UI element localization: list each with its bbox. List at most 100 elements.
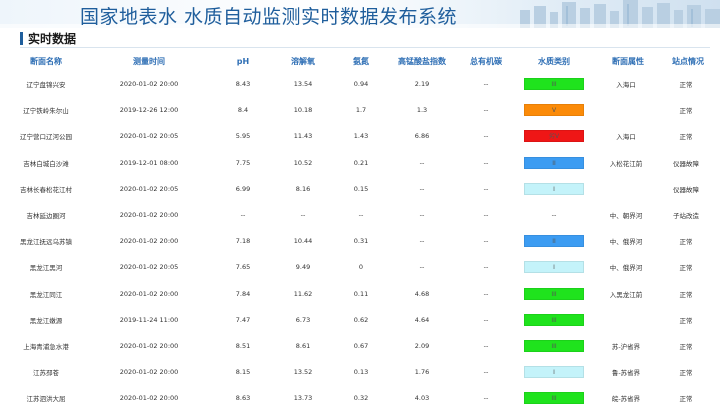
toc-cell: --	[483, 80, 489, 89]
station-status-cell: 正常	[679, 395, 693, 404]
ph-cell: 8.4	[237, 106, 249, 115]
table-row: 辽宁盘锦兴安 2020-01-02 20:00 8.43 13.54 0.94 2.19 -…	[8, 71, 712, 97]
water-quality-class-badge: III	[524, 339, 584, 352]
water-quality-class-badge: II	[524, 156, 584, 169]
ammonia-nitrogen-cell: 0.31	[353, 237, 369, 246]
permanganate-index-cell: 6.86	[414, 132, 430, 141]
column-header-ammonia-nitrogen[interactable]: 氨氮	[334, 51, 388, 71]
measure-time-cell: 2020-01-02 20:00	[119, 368, 179, 377]
ammonia-nitrogen-cell: 0.32	[353, 394, 369, 403]
toc-cell: --	[483, 184, 489, 193]
permanganate-index-cell: 2.19	[414, 80, 430, 89]
station-name-cell: 上海青浦急水港	[23, 342, 69, 351]
station-status-cell: 正常	[679, 316, 693, 325]
section-accent-bar	[20, 31, 23, 45]
ph-cell: 8.51	[235, 341, 251, 350]
toc-cell: --	[483, 106, 489, 115]
table-row: 辽宁营口辽河公园 2020-01-02 20:05 5.95 11.43 1.43 6.8…	[8, 123, 712, 149]
permanganate-index-cell: 1.76	[414, 368, 430, 377]
ammonia-nitrogen-cell: 0.62	[353, 315, 369, 324]
station-status-cell: 仪器故障	[673, 159, 699, 168]
water-quality-class-cell: III	[516, 71, 592, 97]
section-title: 实时数据	[28, 31, 77, 46]
ammonia-nitrogen-cell: 0.94	[353, 80, 369, 89]
station-status-cell: 正常	[679, 238, 693, 247]
measure-time-cell: 2020-01-02 20:00	[119, 80, 179, 89]
dissolved-oxygen-cell: 13.54	[293, 80, 313, 89]
station-name-cell: 江苏泗洪大屈	[26, 395, 66, 404]
measure-time-cell: 2020-01-02 20:05	[119, 132, 179, 141]
toc-cell: --	[483, 237, 489, 246]
permanganate-index-cell: --	[419, 158, 425, 167]
table-row: 辽宁铁岭朱尔山 2019-12-26 12:00 8.4 10.18 1.7 1.3 -- V…	[8, 97, 712, 123]
dissolved-oxygen-cell: 13.52	[293, 368, 313, 377]
water-quality-class-badge: I	[524, 261, 584, 274]
dissolved-oxygen-cell: --	[300, 211, 306, 220]
dissolved-oxygen-cell: 10.18	[293, 106, 313, 115]
permanganate-index-cell: 1.3	[416, 106, 428, 115]
water-quality-class-badge: I	[524, 182, 584, 195]
section-attribute-cell	[592, 307, 664, 333]
water-quality-class-cell: III	[516, 385, 592, 410]
dissolved-oxygen-cell: 13.73	[293, 394, 313, 403]
dissolved-oxygen-cell: 10.44	[293, 237, 313, 246]
toc-cell: --	[483, 263, 489, 272]
station-name-cell: 黑龙江嫩源	[29, 316, 63, 325]
column-header-dissolved-oxygen[interactable]: 溶解氧	[272, 51, 334, 71]
section-attribute-cell: 中、俄界河	[609, 264, 643, 273]
table-row: 江苏泗洪大屈 2020-01-02 20:00 8.63 13.73 0.32 4.03 -…	[8, 385, 712, 410]
column-header-measure-time[interactable]: 测量时间	[84, 51, 214, 71]
toc-cell: --	[483, 289, 489, 298]
column-header-water-quality-class[interactable]: 水质类别	[516, 51, 592, 71]
water-quality-class-badge: III	[524, 287, 584, 300]
column-header-ph[interactable]: pH	[214, 51, 272, 71]
ammonia-nitrogen-cell: --	[358, 211, 364, 220]
dissolved-oxygen-cell: 8.61	[295, 341, 311, 350]
table-row: 黑龙江同江 2020-01-02 20:00 7.84 11.62 0.11 4.68 --…	[8, 281, 712, 307]
water-quality-class-cell: V	[516, 97, 592, 123]
station-name-cell: 吉林延边圈河	[26, 212, 66, 221]
station-name-cell: 黑龙江同江	[29, 290, 63, 299]
permanganate-index-cell: 4.03	[414, 394, 430, 403]
permanganate-index-cell: --	[419, 211, 425, 220]
column-header-permanganate-index[interactable]: 高锰酸盐指数	[388, 51, 456, 71]
ph-cell: --	[240, 211, 246, 220]
water-quality-class-cell: I	[516, 254, 592, 280]
measure-time-cell: 2020-01-02 20:00	[119, 211, 179, 220]
ph-cell: 6.99	[235, 184, 251, 193]
dissolved-oxygen-cell: 8.16	[295, 184, 311, 193]
table-row: 江苏邳苍 2020-01-02 20:00 8.15 13.52 0.13 1.76 -- I…	[8, 359, 712, 385]
section-attribute-cell: 苏-沪省界	[611, 342, 641, 351]
dissolved-oxygen-cell: 11.62	[293, 289, 313, 298]
dissolved-oxygen-cell: 9.49	[295, 263, 311, 272]
header-banner: 国家地表水 水质自动监测实时数据发布系统	[0, 0, 720, 28]
column-header-toc[interactable]: 总有机碳	[456, 51, 516, 71]
water-quality-class-badge: 劣V	[524, 130, 584, 143]
measure-time-cell: 2020-01-02 20:00	[119, 394, 179, 403]
measure-time-cell: 2020-01-02 20:05	[119, 263, 179, 272]
column-header-station-name[interactable]: 断面名称	[8, 51, 84, 71]
dissolved-oxygen-cell: 10.52	[293, 158, 313, 167]
table-row: 黑龙江抚远乌苏镇 2020-01-02 20:00 7.18 10.44 0.31 -- -…	[8, 228, 712, 254]
table-header-row: 断面名称 测量时间 pH 溶解氧 氨氮 高锰酸盐指数 总有机碳 水质类别 断面属…	[8, 51, 712, 71]
table-row: 吉林长春松花江村 2020-01-02 20:05 6.99 8.16 0.15 -- --…	[8, 176, 712, 202]
measure-time-cell: 2020-01-02 20:00	[119, 341, 179, 350]
station-status-cell: 仪器故障	[673, 185, 699, 194]
water-quality-class-badge: III	[524, 78, 584, 91]
ph-cell: 8.43	[235, 80, 251, 89]
ph-cell: 5.95	[235, 132, 251, 141]
page-title: 国家地表水 水质自动监测实时数据发布系统	[80, 6, 458, 28]
column-header-section-attribute[interactable]: 断面属性	[592, 51, 664, 71]
water-quality-class-cell: I	[516, 176, 592, 202]
table-row: 吉林白城白沙滩 2019-12-01 08:00 7.75 10.52 0.21 -- --…	[8, 150, 712, 176]
water-quality-class-cell: I	[516, 359, 592, 385]
dissolved-oxygen-cell: 11.43	[293, 132, 313, 141]
water-quality-class-cell: 劣V	[516, 123, 592, 149]
section-attribute-cell: 中、朝界河	[609, 212, 643, 221]
ammonia-nitrogen-cell: 0.11	[353, 289, 369, 298]
section-attribute-cell	[592, 176, 664, 202]
table-row: 吉林延边圈河 2020-01-02 20:00 -- -- -- -- -- -- 中、朝界河 子…	[8, 202, 712, 228]
permanganate-index-cell: --	[419, 263, 425, 272]
column-header-station-status[interactable]: 站点情况	[664, 51, 712, 71]
station-status-cell: 正常	[679, 342, 693, 351]
